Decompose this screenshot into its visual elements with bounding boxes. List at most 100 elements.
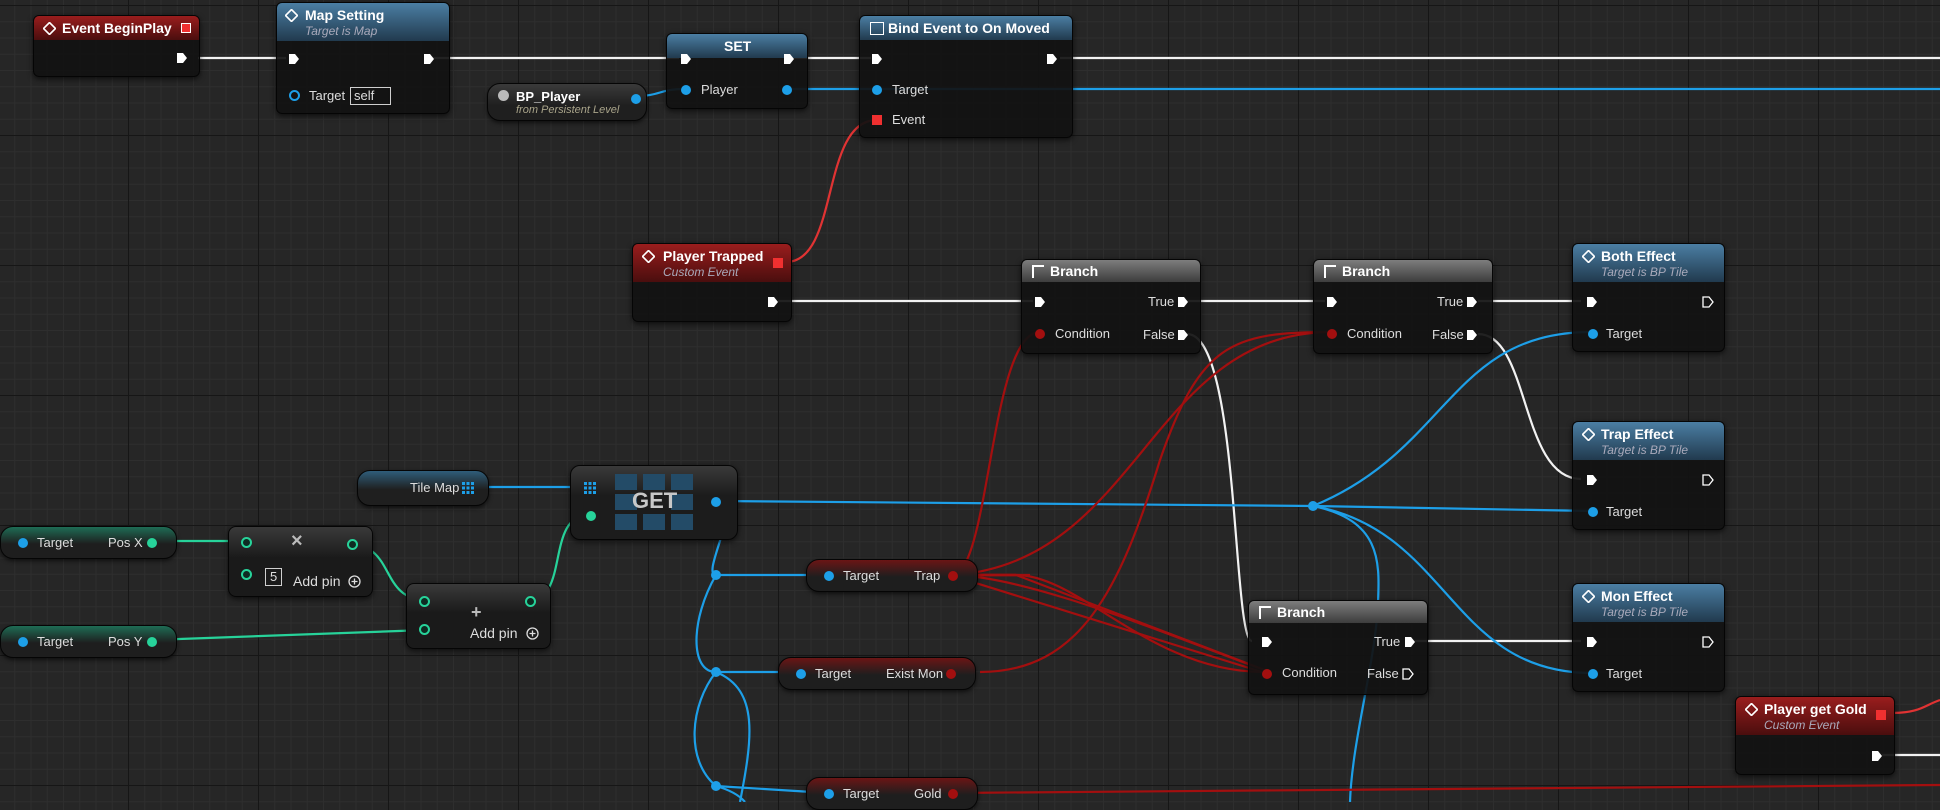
output-pin[interactable] <box>946 669 956 679</box>
exec-out-pin[interactable] <box>1702 636 1714 648</box>
exec-in-pin[interactable] <box>1261 636 1273 648</box>
exec-out-pin[interactable] <box>1871 750 1883 762</box>
target-pin[interactable] <box>872 85 882 95</box>
target-pin[interactable] <box>289 90 300 101</box>
false-exec-out-pin[interactable] <box>1466 329 1478 341</box>
exec-in-pin[interactable] <box>1586 296 1598 308</box>
true-label: True <box>1148 294 1175 309</box>
true-exec-out-pin[interactable] <box>1466 296 1478 308</box>
multiply-icon: × <box>291 530 303 552</box>
exec-in-pin[interactable] <box>1586 636 1598 648</box>
node-subtitle: Custom Event <box>1764 718 1840 732</box>
multiply-node[interactable]: × 5 Add pin <box>228 526 373 597</box>
false-exec-out-pin[interactable] <box>1402 668 1414 680</box>
output-pin[interactable] <box>948 571 958 581</box>
target-pin[interactable] <box>1588 507 1598 517</box>
player-output-pin[interactable] <box>782 85 792 95</box>
target-pin[interactable] <box>824 789 834 799</box>
output-pin[interactable] <box>711 497 721 507</box>
reroute-knot <box>711 667 721 677</box>
output-pin[interactable] <box>147 538 157 548</box>
reroute-knot <box>711 781 721 791</box>
exec-out-pin[interactable] <box>176 52 188 64</box>
condition-pin[interactable] <box>1327 329 1337 339</box>
target-pin[interactable] <box>796 669 806 679</box>
event-delegate-pin[interactable] <box>181 23 191 33</box>
condition-pin[interactable] <box>1035 329 1045 339</box>
output-pin[interactable] <box>347 539 358 550</box>
array-grid-icon[interactable] <box>462 482 474 494</box>
node-title: Mon Effect <box>1601 588 1673 604</box>
target-pin[interactable] <box>1588 669 1598 679</box>
target-pin[interactable] <box>18 637 28 647</box>
node-title: Event BeginPlay <box>62 20 172 36</box>
pos-y-getter[interactable]: Target Pos Y <box>0 625 177 658</box>
output-pin[interactable] <box>631 94 641 104</box>
add-pin-icon[interactable] <box>348 575 361 588</box>
exec-out-pin[interactable] <box>1702 296 1714 308</box>
exec-in-pin[interactable] <box>288 53 300 65</box>
bind-event-node[interactable]: Bind Event to On Moved Target Event <box>859 15 1073 138</box>
true-exec-out-pin[interactable] <box>1177 296 1189 308</box>
node-title: Branch <box>1050 263 1099 279</box>
input-a-pin[interactable] <box>241 537 252 548</box>
input-a-pin[interactable] <box>419 596 430 607</box>
set-node[interactable]: SET Player <box>666 33 808 109</box>
pin-label: Target <box>309 88 346 103</box>
array-grid-icon[interactable] <box>584 482 596 494</box>
both-effect-node[interactable]: Both Effect Target is BP Tile Target <box>1572 243 1725 352</box>
exec-in-pin[interactable] <box>680 53 692 65</box>
get-node[interactable]: GET <box>570 465 738 540</box>
pin-label: Target <box>815 666 852 681</box>
index-pin[interactable] <box>586 511 596 521</box>
exec-out-pin[interactable] <box>767 296 779 308</box>
branch-node-2[interactable]: Branch True Condition False <box>1313 259 1493 354</box>
output-pin[interactable] <box>948 789 958 799</box>
gold-getter[interactable]: Target Gold <box>806 777 978 810</box>
player-get-gold-node[interactable]: Player get Gold Custom Event <box>1735 696 1895 775</box>
exec-out-pin[interactable] <box>1046 53 1058 65</box>
target-value-box[interactable]: self <box>350 87 391 105</box>
pos-x-getter[interactable]: Target Pos X <box>0 526 177 559</box>
target-pin[interactable] <box>18 538 28 548</box>
exec-in-pin[interactable] <box>1586 474 1598 486</box>
target-pin[interactable] <box>1588 329 1598 339</box>
output-pin[interactable] <box>525 596 536 607</box>
target-pin[interactable] <box>824 571 834 581</box>
exec-in-pin[interactable] <box>1034 296 1046 308</box>
input-b-pin[interactable] <box>419 624 430 635</box>
input-b-pin[interactable] <box>241 569 252 580</box>
event-delegate-pin[interactable] <box>773 258 783 268</box>
add-node[interactable]: + Add pin <box>406 583 551 649</box>
true-exec-out-pin[interactable] <box>1404 636 1416 648</box>
branch-node-1[interactable]: Branch True Condition False <box>1021 259 1201 354</box>
exec-out-pin[interactable] <box>423 53 435 65</box>
function-icon <box>1582 590 1595 603</box>
value-box[interactable]: 5 <box>265 568 283 586</box>
exec-out-pin[interactable] <box>1702 474 1714 486</box>
exist-mon-getter[interactable]: Target Exist Mon <box>778 657 976 690</box>
event-delegate-pin[interactable] <box>1876 710 1886 720</box>
integer-wire <box>151 628 427 642</box>
mon-effect-node[interactable]: Mon Effect Target is BP Tile Target <box>1572 583 1725 692</box>
event-pin[interactable] <box>872 115 882 125</box>
tile-map-variable[interactable]: Tile Map <box>357 470 489 506</box>
trap-effect-node[interactable]: Trap Effect Target is BP Tile Target <box>1572 421 1725 530</box>
output-pin[interactable] <box>147 637 157 647</box>
node-subtitle: from Persistent Level <box>516 104 620 116</box>
false-exec-out-pin[interactable] <box>1177 329 1189 341</box>
player-input-pin[interactable] <box>681 85 691 95</box>
exec-in-pin[interactable] <box>1326 296 1338 308</box>
add-pin-icon[interactable] <box>526 627 539 640</box>
node-title: Map Setting <box>305 7 385 23</box>
condition-pin[interactable] <box>1262 669 1272 679</box>
branch-node-3[interactable]: Branch True Condition False <box>1248 600 1428 695</box>
trap-getter[interactable]: Target Trap <box>806 559 978 592</box>
exec-in-pin[interactable] <box>871 53 883 65</box>
bp-player-node[interactable]: BP_Player from Persistent Level <box>487 83 647 121</box>
true-label: True <box>1437 294 1464 309</box>
player-trapped-node[interactable]: Player Trapped Custom Event <box>632 243 792 322</box>
exec-out-pin[interactable] <box>783 53 795 65</box>
map-setting-node[interactable]: Map Setting Target is Map Target self <box>276 2 450 114</box>
event-beginplay-node[interactable]: Event BeginPlay <box>33 15 200 77</box>
